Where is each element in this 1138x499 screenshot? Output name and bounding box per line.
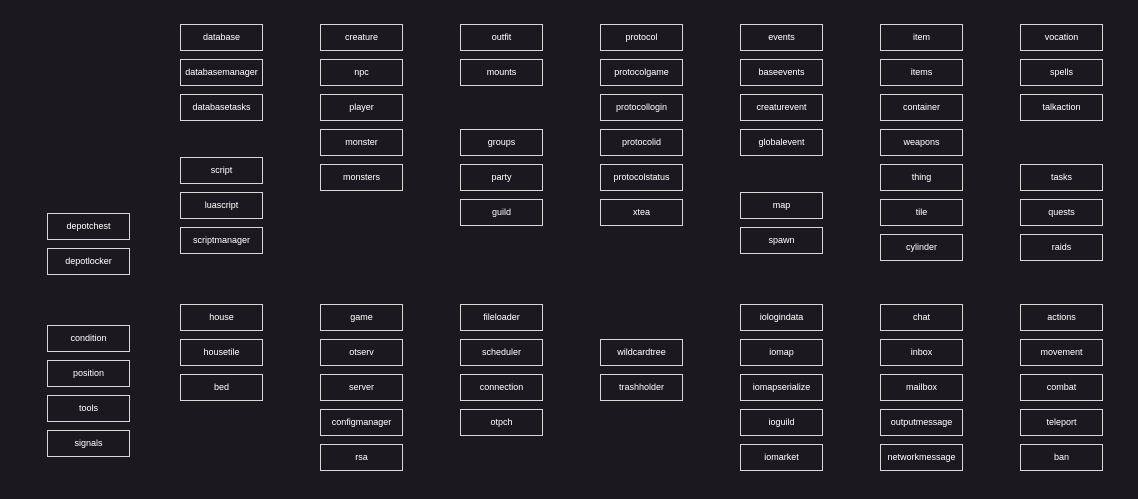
node-protocolid: protocolid (600, 129, 683, 156)
node-guild: guild (460, 199, 543, 226)
node-otpch: otpch (460, 409, 543, 436)
node-databasemanager: databasemanager (180, 59, 263, 86)
node-iomarket: iomarket (740, 444, 823, 471)
node-npc: npc (320, 59, 403, 86)
node-party: party (460, 164, 543, 191)
node-events: events (740, 24, 823, 51)
node-protocolstatus: protocolstatus (600, 164, 683, 191)
node-quests: quests (1020, 199, 1103, 226)
node-raids: raids (1020, 234, 1103, 261)
node-outputmessage: outputmessage (880, 409, 963, 436)
node-game: game (320, 304, 403, 331)
node-mounts: mounts (460, 59, 543, 86)
node-globalevent: globalevent (740, 129, 823, 156)
node-inbox: inbox (880, 339, 963, 366)
node-networkmessage: networkmessage (880, 444, 963, 471)
node-scriptmanager: scriptmanager (180, 227, 263, 254)
node-chat: chat (880, 304, 963, 331)
node-weapons: weapons (880, 129, 963, 156)
module-diagram: depotchest depotlocker condition positio… (0, 0, 1138, 499)
node-teleport: teleport (1020, 409, 1103, 436)
node-housetile: housetile (180, 339, 263, 366)
node-house: house (180, 304, 263, 331)
node-iomapserialize: iomapserialize (740, 374, 823, 401)
node-map: map (740, 192, 823, 219)
node-fileloader: fileloader (460, 304, 543, 331)
node-tasks: tasks (1020, 164, 1103, 191)
node-items: items (880, 59, 963, 86)
node-database: database (180, 24, 263, 51)
node-container: container (880, 94, 963, 121)
node-connection: connection (460, 374, 543, 401)
node-ioguild: ioguild (740, 409, 823, 436)
node-wildcardtree: wildcardtree (600, 339, 683, 366)
node-otserv: otserv (320, 339, 403, 366)
node-bed: bed (180, 374, 263, 401)
node-trashholder: trashholder (600, 374, 683, 401)
node-monster: monster (320, 129, 403, 156)
node-luascript: luascript (180, 192, 263, 219)
node-spells: spells (1020, 59, 1103, 86)
node-scheduler: scheduler (460, 339, 543, 366)
node-player: player (320, 94, 403, 121)
node-movement: movement (1020, 339, 1103, 366)
node-combat: combat (1020, 374, 1103, 401)
node-condition: condition (47, 325, 130, 352)
node-thing: thing (880, 164, 963, 191)
node-iologindata: iologindata (740, 304, 823, 331)
node-rsa: rsa (320, 444, 403, 471)
node-tools: tools (47, 395, 130, 422)
node-databasetasks: databasetasks (180, 94, 263, 121)
node-vocation: vocation (1020, 24, 1103, 51)
node-tile: tile (880, 199, 963, 226)
node-xtea: xtea (600, 199, 683, 226)
node-talkaction: talkaction (1020, 94, 1103, 121)
node-ban: ban (1020, 444, 1103, 471)
node-actions: actions (1020, 304, 1103, 331)
node-outfit: outfit (460, 24, 543, 51)
node-creature: creature (320, 24, 403, 51)
node-spawn: spawn (740, 227, 823, 254)
node-creaturevent: creaturevent (740, 94, 823, 121)
node-signals: signals (47, 430, 130, 457)
node-protocollogin: protocollogin (600, 94, 683, 121)
node-position: position (47, 360, 130, 387)
node-monsters: monsters (320, 164, 403, 191)
node-cylinder: cylinder (880, 234, 963, 261)
node-script: script (180, 157, 263, 184)
node-depotchest: depotchest (47, 213, 130, 240)
node-configmanager: configmanager (320, 409, 403, 436)
node-baseevents: baseevents (740, 59, 823, 86)
node-item: item (880, 24, 963, 51)
node-protocol: protocol (600, 24, 683, 51)
node-server: server (320, 374, 403, 401)
node-iomap: iomap (740, 339, 823, 366)
node-protocolgame: protocolgame (600, 59, 683, 86)
node-depotlocker: depotlocker (47, 248, 130, 275)
node-groups: groups (460, 129, 543, 156)
node-mailbox: mailbox (880, 374, 963, 401)
